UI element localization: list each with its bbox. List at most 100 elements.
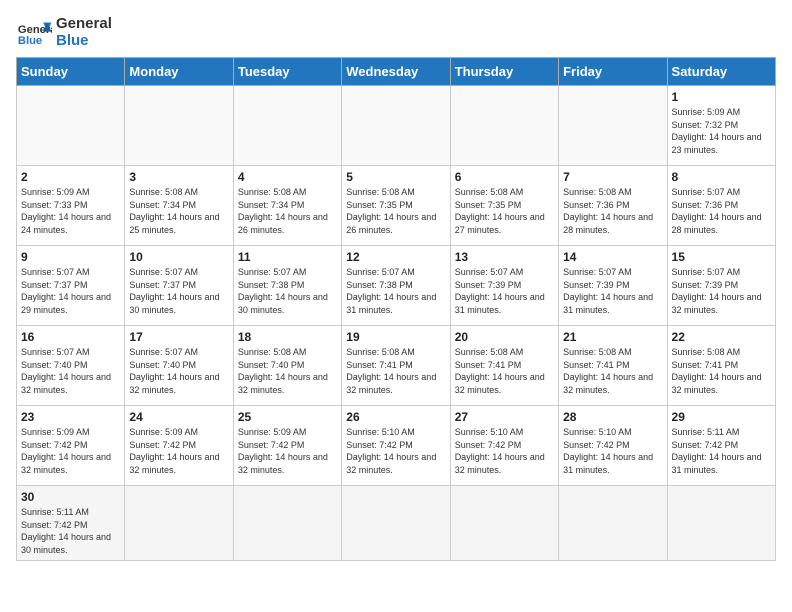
sunrise-label: Sunrise: 5:08 AM [563,347,632,357]
day-number: 30 [21,490,120,504]
day-number: 28 [563,410,662,424]
sunset-label: Sunset: 7:41 PM [672,360,739,370]
cell-3-4: 12Sunrise: 5:07 AMSunset: 7:38 PMDayligh… [342,246,450,326]
day-number: 11 [238,250,337,264]
sunset-label: Sunset: 7:40 PM [21,360,88,370]
sunset-label: Sunset: 7:42 PM [129,440,196,450]
logo-icon: General Blue [16,19,52,47]
cell-content: Sunrise: 5:10 AMSunset: 7:42 PMDaylight:… [563,426,662,476]
sunrise-label: Sunrise: 5:08 AM [346,347,415,357]
cell-content: Sunrise: 5:08 AMSunset: 7:41 PMDaylight:… [455,346,554,396]
day-number: 14 [563,250,662,264]
sunrise-label: Sunrise: 5:07 AM [672,267,741,277]
sunrise-label: Sunrise: 5:07 AM [21,267,90,277]
cell-4-2: 17Sunrise: 5:07 AMSunset: 7:40 PMDayligh… [125,326,233,406]
cell-6-6 [559,486,667,561]
day-number: 15 [672,250,771,264]
daylight-label: Daylight: 14 hours and 24 minutes. [21,212,111,235]
daylight-label: Daylight: 14 hours and 26 minutes. [346,212,436,235]
sunset-label: Sunset: 7:41 PM [455,360,522,370]
daylight-label: Daylight: 14 hours and 31 minutes. [672,452,762,475]
daylight-label: Daylight: 14 hours and 30 minutes. [238,292,328,315]
daylight-label: Daylight: 14 hours and 32 minutes. [238,372,328,395]
cell-content: Sunrise: 5:07 AMSunset: 7:37 PMDaylight:… [129,266,228,316]
sunrise-label: Sunrise: 5:09 AM [129,427,198,437]
cell-content: Sunrise: 5:08 AMSunset: 7:40 PMDaylight:… [238,346,337,396]
cell-3-1: 9Sunrise: 5:07 AMSunset: 7:37 PMDaylight… [17,246,125,326]
day-number: 25 [238,410,337,424]
week-row-6: 30Sunrise: 5:11 AMSunset: 7:42 PMDayligh… [17,486,776,561]
sunset-label: Sunset: 7:38 PM [238,280,305,290]
cell-content: Sunrise: 5:07 AMSunset: 7:39 PMDaylight:… [672,266,771,316]
week-row-4: 16Sunrise: 5:07 AMSunset: 7:40 PMDayligh… [17,326,776,406]
cell-1-1 [17,86,125,166]
cell-content: Sunrise: 5:11 AMSunset: 7:42 PMDaylight:… [672,426,771,476]
cell-2-5: 6 Sunrise: 5:08 AMSunset: 7:35 PMDaylight… [450,166,558,246]
sunset-label: Sunset: 7:35 PM [346,200,413,210]
sunset-label: Sunset: 7:41 PM [346,360,413,370]
sunrise-label: Sunrise: 5:07 AM [129,347,198,357]
cell-content: Sunrise: 5:08 AMSunset: 7:35 PMDaylight:… [346,186,445,236]
col-header-monday: Monday [125,58,233,86]
sunset-label: Sunset: 7:38 PM [346,280,413,290]
daylight-label: Daylight: 14 hours and 23 minutes. [672,132,762,155]
cell-content: Sunrise: 5:09 AMSunset: 7:42 PMDaylight:… [129,426,228,476]
sunrise-label: Sunrise: 5:09 AM [672,107,741,117]
cell-2-2: 3Sunrise: 5:08 AMSunset: 7:34 PMDaylight… [125,166,233,246]
sunset-label: Sunset: 7:42 PM [563,440,630,450]
sunrise-label: Sunrise: 5:07 AM [238,267,307,277]
sunrise-label: Sunrise: 5:10 AM [455,427,524,437]
cell-6-1: 30Sunrise: 5:11 AMSunset: 7:42 PMDayligh… [17,486,125,561]
sunset-label: Sunset: 7:35 PM [455,200,522,210]
sunset-label: Sunset: 7:42 PM [21,520,88,530]
logo-blue: Blue [56,33,112,50]
sunset-label: Sunset: 7:36 PM [672,200,739,210]
daylight-label: Daylight: 14 hours and 25 minutes. [129,212,219,235]
daylight-label: Daylight: 14 hours and 31 minutes. [563,452,653,475]
cell-content: Sunrise: 5:09 AMSunset: 7:32 PMDaylight:… [672,106,771,156]
daylight-label: Daylight: 14 hours and 27 minutes. [455,212,545,235]
day-number: 6 [455,170,554,184]
sunset-label: Sunset: 7:33 PM [21,200,88,210]
cell-6-3 [233,486,341,561]
cell-5-7: 29Sunrise: 5:11 AMSunset: 7:42 PMDayligh… [667,406,775,486]
sunrise-label: Sunrise: 5:09 AM [21,427,90,437]
cell-3-5: 13Sunrise: 5:07 AMSunset: 7:39 PMDayligh… [450,246,558,326]
daylight-label: Daylight: 14 hours and 31 minutes. [455,292,545,315]
sunrise-label: Sunrise: 5:07 AM [129,267,198,277]
cell-5-3: 25Sunrise: 5:09 AMSunset: 7:42 PMDayligh… [233,406,341,486]
cell-4-1: 16Sunrise: 5:07 AMSunset: 7:40 PMDayligh… [17,326,125,406]
day-number: 2 [21,170,120,184]
header-row: SundayMondayTuesdayWednesdayThursdayFrid… [17,58,776,86]
cell-2-3: 4Sunrise: 5:08 AMSunset: 7:34 PMDaylight… [233,166,341,246]
cell-1-6 [559,86,667,166]
day-number: 13 [455,250,554,264]
sunrise-label: Sunrise: 5:07 AM [346,267,415,277]
day-number: 23 [21,410,120,424]
cell-4-4: 19Sunrise: 5:08 AMSunset: 7:41 PMDayligh… [342,326,450,406]
cell-1-4 [342,86,450,166]
cell-3-2: 10Sunrise: 5:07 AMSunset: 7:37 PMDayligh… [125,246,233,326]
cell-6-7 [667,486,775,561]
cell-content: Sunrise: 5:10 AMSunset: 7:42 PMDaylight:… [455,426,554,476]
daylight-label: Daylight: 14 hours and 32 minutes. [346,372,436,395]
sunrise-label: Sunrise: 5:07 AM [563,267,632,277]
day-number: 20 [455,330,554,344]
daylight-label: Daylight: 14 hours and 26 minutes. [238,212,328,235]
day-number: 5 [346,170,445,184]
col-header-saturday: Saturday [667,58,775,86]
cell-content: Sunrise: 5:08 AMSunset: 7:35 PMDaylight:… [455,186,554,236]
header: General Blue General Blue [16,16,776,49]
day-number: 22 [672,330,771,344]
daylight-label: Daylight: 14 hours and 29 minutes. [21,292,111,315]
daylight-label: Daylight: 14 hours and 32 minutes. [455,372,545,395]
day-number: 17 [129,330,228,344]
cell-5-6: 28 Sunrise: 5:10 AMSunset: 7:42 PMDayligh… [559,406,667,486]
col-header-sunday: Sunday [17,58,125,86]
day-number: 24 [129,410,228,424]
sunrise-label: Sunrise: 5:08 AM [563,187,632,197]
sunset-label: Sunset: 7:42 PM [238,440,305,450]
col-header-tuesday: Tuesday [233,58,341,86]
sunset-label: Sunset: 7:42 PM [455,440,522,450]
cell-content: Sunrise: 5:09 AMSunset: 7:33 PMDaylight:… [21,186,120,236]
